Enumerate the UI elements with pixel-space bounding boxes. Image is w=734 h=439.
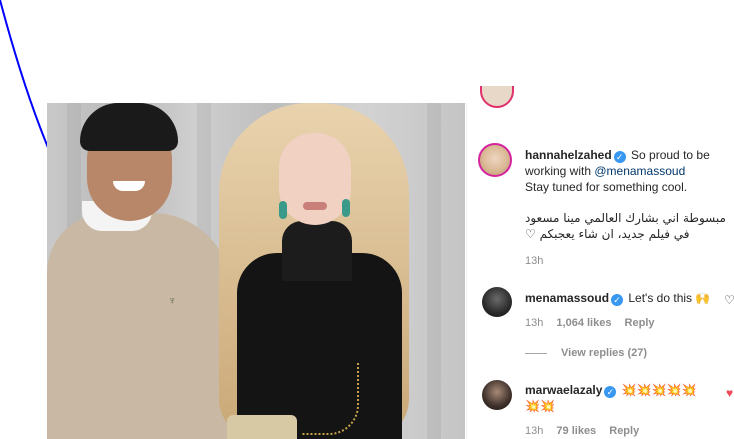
caption-username[interactable]: hannahelzahed bbox=[525, 148, 612, 162]
caption-text: hannahelzahed ✓ So proud to be working wi… bbox=[525, 147, 725, 195]
comment-avatar-marwaelazaly[interactable] bbox=[482, 380, 512, 410]
view-replies-line bbox=[525, 352, 547, 354]
view-replies-button[interactable]: View replies (27) bbox=[525, 347, 647, 359]
earring-left bbox=[279, 201, 287, 219]
caption-time[interactable]: 13h bbox=[525, 255, 543, 267]
caption-mention-link[interactable]: @menamassoud bbox=[594, 164, 685, 178]
comment-likes[interactable]: 1,064 likes bbox=[556, 317, 611, 329]
woman-lips bbox=[303, 202, 327, 210]
comment-meta: 13h 1,064 likes Reply bbox=[525, 317, 655, 329]
comment-marwaelazaly: marwaelazaly ✓ 💥💥💥💥💥💥💥 bbox=[525, 382, 710, 414]
bag-chain bbox=[302, 363, 359, 435]
caption-arabic-line1: مبسوطة اني بشارك العالمي مينا مسعود bbox=[525, 211, 726, 225]
verified-badge-icon: ✓ bbox=[611, 294, 624, 306]
heart-icon[interactable]: ♡ bbox=[724, 293, 734, 307]
top-avatar[interactable] bbox=[480, 86, 514, 108]
comment-text: Let's do this 🙌 bbox=[628, 291, 711, 305]
verified-badge-icon: ✓ bbox=[613, 151, 626, 163]
heart-filled-icon[interactable]: ♥ bbox=[726, 386, 733, 400]
comment-time[interactable]: 13h bbox=[525, 425, 543, 437]
caption-arabic-line2: في فيلم جديد، ان شاء يعجبكم ♡ bbox=[525, 227, 690, 241]
handbag bbox=[227, 415, 297, 439]
comment-likes[interactable]: 79 likes bbox=[556, 425, 596, 437]
sweater-logo-icon: ♆ bbox=[168, 295, 177, 307]
comment-meta: 13h 79 likes Reply bbox=[525, 425, 639, 437]
comment-username[interactable]: marwaelazaly bbox=[525, 383, 602, 397]
man-sweater bbox=[47, 213, 232, 439]
earring-right bbox=[342, 199, 350, 217]
caption-arabic: مبسوطة اني بشارك العالمي مينا مسعود في ف… bbox=[525, 210, 734, 242]
post-photo[interactable]: ♆ bbox=[47, 103, 465, 439]
comment-menamassoud: menamassoud ✓ Let's do this 🙌 bbox=[525, 290, 725, 306]
comment-username[interactable]: menamassoud bbox=[525, 291, 609, 305]
woman-turtleneck bbox=[282, 221, 352, 281]
man-hair bbox=[80, 103, 178, 151]
reply-button[interactable]: Reply bbox=[625, 317, 655, 329]
caption-avatar[interactable] bbox=[478, 143, 512, 177]
panel-divider bbox=[466, 103, 467, 439]
comment-avatar-menamassoud[interactable] bbox=[482, 287, 512, 317]
reply-button[interactable]: Reply bbox=[609, 425, 639, 437]
verified-badge-icon: ✓ bbox=[604, 386, 617, 398]
view-replies-label: View replies (27) bbox=[561, 347, 648, 359]
comment-time[interactable]: 13h bbox=[525, 317, 543, 329]
caption-text-line2: Stay tuned for something cool. bbox=[525, 180, 688, 194]
woman-face bbox=[279, 133, 351, 225]
man-smile bbox=[113, 181, 145, 191]
curtain-fold bbox=[427, 103, 441, 439]
